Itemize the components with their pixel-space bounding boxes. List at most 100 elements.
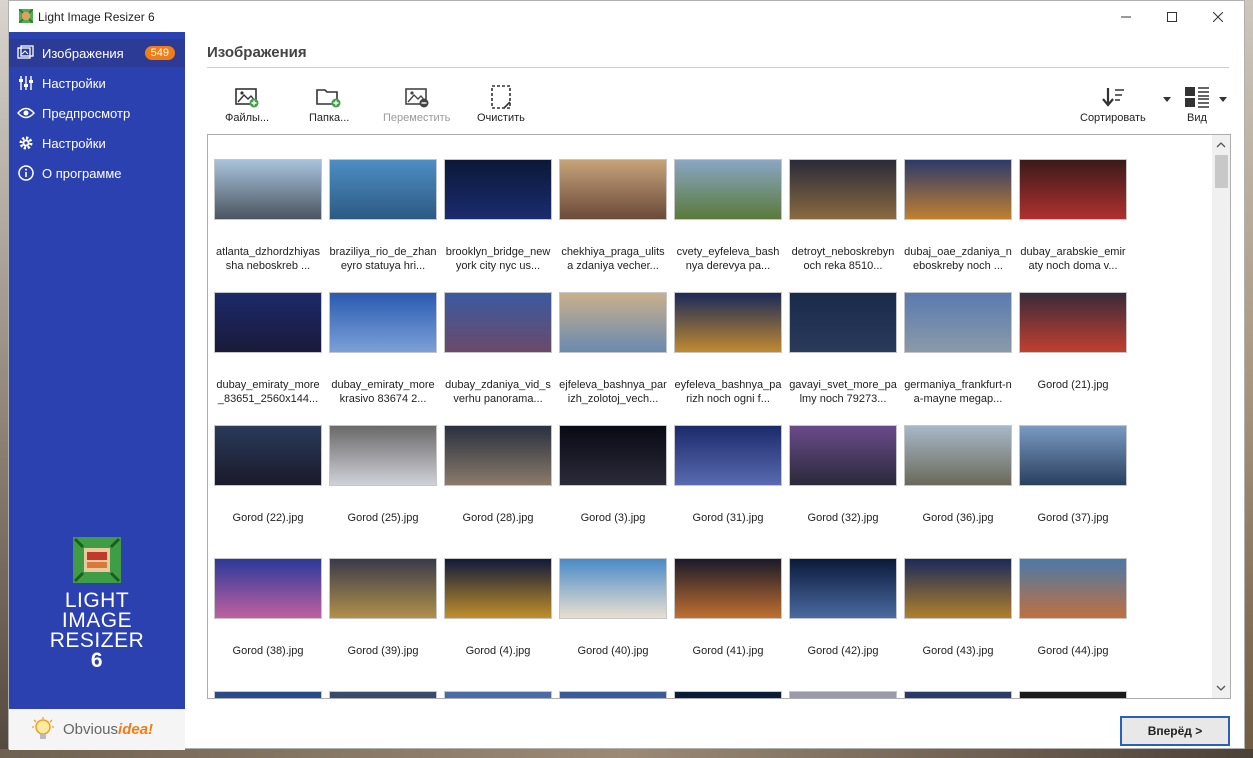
image-thumbnail[interactable]: Gorod (4).jpg bbox=[444, 558, 552, 672]
image-thumbnail[interactable]: atlanta_dzhordzhiyassha neboskreb ... bbox=[214, 159, 322, 273]
thumbnail-image bbox=[444, 425, 552, 486]
remove-image-icon bbox=[404, 88, 429, 108]
image-thumbnail[interactable]: chekhiya_praga_ulitsa zdaniya vecher... bbox=[559, 159, 667, 273]
image-thumbnail[interactable]: Gorod (38).jpg bbox=[214, 558, 322, 672]
image-thumbnail[interactable]: dubay_emiraty_morekrasivo 83674 2... bbox=[329, 292, 437, 406]
image-thumbnail[interactable]: gavayi_svet_more_palmy noch 79273... bbox=[789, 292, 897, 406]
image-thumbnail[interactable]: dubay_zdaniya_vid_sverhu panorama... bbox=[444, 292, 552, 406]
image-thumbnail[interactable]: cvety_eyfeleva_bashnya derevya pa... bbox=[674, 159, 782, 273]
thumbnail-image bbox=[329, 425, 437, 486]
thumbnail-caption: Gorod (25).jpg bbox=[347, 512, 419, 524]
image-thumbnail[interactable]: Gorod (42).jpg bbox=[789, 558, 897, 672]
image-thumbnail[interactable]: Gorod (22).jpg bbox=[214, 425, 322, 539]
scrollbar-thumb[interactable] bbox=[1215, 155, 1228, 188]
image-thumbnail[interactable]: Gorod (41).jpg bbox=[674, 558, 782, 672]
image-thumbnail[interactable]: braziliya_rio_de_zhaneyro statuya hri... bbox=[329, 159, 437, 273]
close-button[interactable] bbox=[1195, 1, 1241, 32]
add-image-icon bbox=[235, 88, 259, 108]
image-thumbnail[interactable]: Gorod (21).jpg bbox=[1019, 292, 1127, 406]
thumbnail-image bbox=[559, 558, 667, 619]
thumbnail-image bbox=[674, 425, 782, 486]
thumbnail-image bbox=[214, 292, 322, 353]
image-thumbnail[interactable]: Gorod (37).jpg bbox=[1019, 425, 1127, 539]
thumbnail-caption: brooklyn_bridge_newyork city nyc us... bbox=[445, 246, 551, 272]
clear-button[interactable]: Очистить bbox=[477, 82, 525, 124]
image-thumbnail-partial[interactable] bbox=[1019, 691, 1127, 698]
image-thumbnail[interactable]: Gorod (36).jpg bbox=[904, 425, 1012, 539]
thumbnail-image bbox=[214, 691, 322, 698]
thumbnail-image bbox=[789, 558, 897, 619]
image-thumbnail-partial[interactable] bbox=[674, 691, 782, 698]
brand-name: Obviousidea! bbox=[63, 721, 154, 738]
thumbnail-image bbox=[1019, 425, 1127, 486]
thumbnail-caption: dubay_arabskie_emiraty noch doma v... bbox=[1020, 246, 1126, 272]
thumbnail-caption: Gorod (39).jpg bbox=[347, 645, 419, 657]
image-thumbnail[interactable]: dubay_arabskie_emiraty noch doma v... bbox=[1019, 159, 1127, 273]
scroll-up-icon[interactable] bbox=[1212, 137, 1230, 153]
thumbnail-caption: Gorod (38).jpg bbox=[232, 645, 304, 657]
image-thumbnail-partial[interactable] bbox=[214, 691, 322, 698]
sidebar-item-preview[interactable]: Предпросмотр bbox=[9, 99, 185, 127]
thumbnail-caption: cvety_eyfeleva_bashnya derevya pa... bbox=[676, 246, 780, 272]
add-folder-button[interactable]: Папка... bbox=[309, 82, 349, 124]
image-thumbnail-partial[interactable] bbox=[329, 691, 437, 698]
thumbnail-image bbox=[444, 558, 552, 619]
obviousidea-brand[interactable]: Obviousidea! bbox=[9, 709, 185, 750]
sidebar-item-label: О программе bbox=[42, 165, 122, 181]
sort-button[interactable]: Сортировать bbox=[1080, 82, 1146, 124]
image-thumbnail[interactable]: Gorod (3).jpg bbox=[559, 425, 667, 539]
image-thumbnail[interactable]: detroyt_neboskrebynoch reka 8510... bbox=[789, 159, 897, 273]
minimize-button[interactable] bbox=[1103, 1, 1149, 32]
view-button[interactable]: Вид bbox=[1184, 82, 1210, 124]
image-thumbnail-partial[interactable] bbox=[904, 691, 1012, 698]
logo-line-1: LIGHT bbox=[64, 589, 130, 612]
thumbnail-image bbox=[559, 691, 667, 698]
images-icon bbox=[16, 43, 36, 63]
next-button[interactable]: Вперёд > bbox=[1120, 716, 1230, 746]
image-thumbnail[interactable]: Gorod (43).jpg bbox=[904, 558, 1012, 672]
vertical-scrollbar[interactable] bbox=[1212, 135, 1230, 698]
image-thumbnail-partial[interactable] bbox=[559, 691, 667, 698]
desktop-background-bottom bbox=[0, 749, 1253, 758]
maximize-button[interactable] bbox=[1149, 1, 1195, 32]
image-thumbnail[interactable]: dubaj_oae_zdaniya_neboskreby noch ... bbox=[904, 159, 1012, 273]
thumbnail-caption: Gorod (43).jpg bbox=[922, 645, 994, 657]
image-thumbnail[interactable]: Gorod (25).jpg bbox=[329, 425, 437, 539]
move-button[interactable]: Переместить bbox=[383, 82, 450, 124]
thumbnail-image bbox=[674, 159, 782, 220]
sidebar-item-images[interactable]: Изображения 549 bbox=[9, 39, 185, 67]
sidebar-item-resize-settings[interactable]: Настройки bbox=[9, 69, 185, 97]
thumbnail-image bbox=[559, 159, 667, 220]
image-thumbnail[interactable]: Gorod (32).jpg bbox=[789, 425, 897, 539]
thumbnail-caption: dubaj_oae_zdaniya_neboskreby noch ... bbox=[904, 246, 1012, 272]
image-grid[interactable]: atlanta_dzhordzhiyassha neboskreb ... bra… bbox=[207, 134, 1231, 699]
image-thumbnail[interactable]: brooklyn_bridge_newyork city nyc us... bbox=[444, 159, 552, 273]
image-thumbnail[interactable]: Gorod (40).jpg bbox=[559, 558, 667, 672]
image-thumbnail-partial[interactable] bbox=[444, 691, 552, 698]
thumbnail-image bbox=[904, 558, 1012, 619]
image-thumbnail[interactable]: Gorod (39).jpg bbox=[329, 558, 437, 672]
image-thumbnail[interactable]: dubay_emiraty_more_83651_2560x144... bbox=[214, 292, 322, 406]
thumbnail-image bbox=[1019, 691, 1127, 698]
thumbnail-image bbox=[789, 292, 897, 353]
thumbnail-image bbox=[789, 691, 897, 698]
view-dropdown-icon[interactable] bbox=[1219, 97, 1227, 102]
image-thumbnail[interactable]: germaniya_frankfurt-na-mayne megap... bbox=[904, 292, 1012, 406]
sidebar-item-about[interactable]: О программе bbox=[9, 159, 185, 187]
sort-dropdown-icon[interactable] bbox=[1163, 97, 1171, 102]
sidebar-item-settings[interactable]: Настройки bbox=[9, 129, 185, 157]
thumbnail-caption: Gorod (42).jpg bbox=[807, 645, 879, 657]
gear-icon bbox=[16, 133, 36, 153]
image-thumbnail[interactable]: Gorod (31).jpg bbox=[674, 425, 782, 539]
clear-icon bbox=[491, 85, 511, 109]
image-thumbnail[interactable]: ejfeleva_bashnya_parizh_zolotoj_vech... bbox=[559, 292, 667, 406]
thumbnail-image bbox=[789, 159, 897, 220]
scroll-down-icon[interactable] bbox=[1212, 680, 1230, 696]
image-thumbnail[interactable]: Gorod (44).jpg bbox=[1019, 558, 1127, 672]
thumbnail-image bbox=[214, 558, 322, 619]
image-thumbnail-partial[interactable] bbox=[789, 691, 897, 698]
add-files-button[interactable]: Файлы... bbox=[225, 82, 269, 124]
image-thumbnail[interactable]: eyfeleva_bashnya_parizh noch ogni f... bbox=[674, 292, 782, 406]
image-thumbnail[interactable]: Gorod (28).jpg bbox=[444, 425, 552, 539]
sidebar-item-label: Изображения bbox=[42, 45, 124, 61]
